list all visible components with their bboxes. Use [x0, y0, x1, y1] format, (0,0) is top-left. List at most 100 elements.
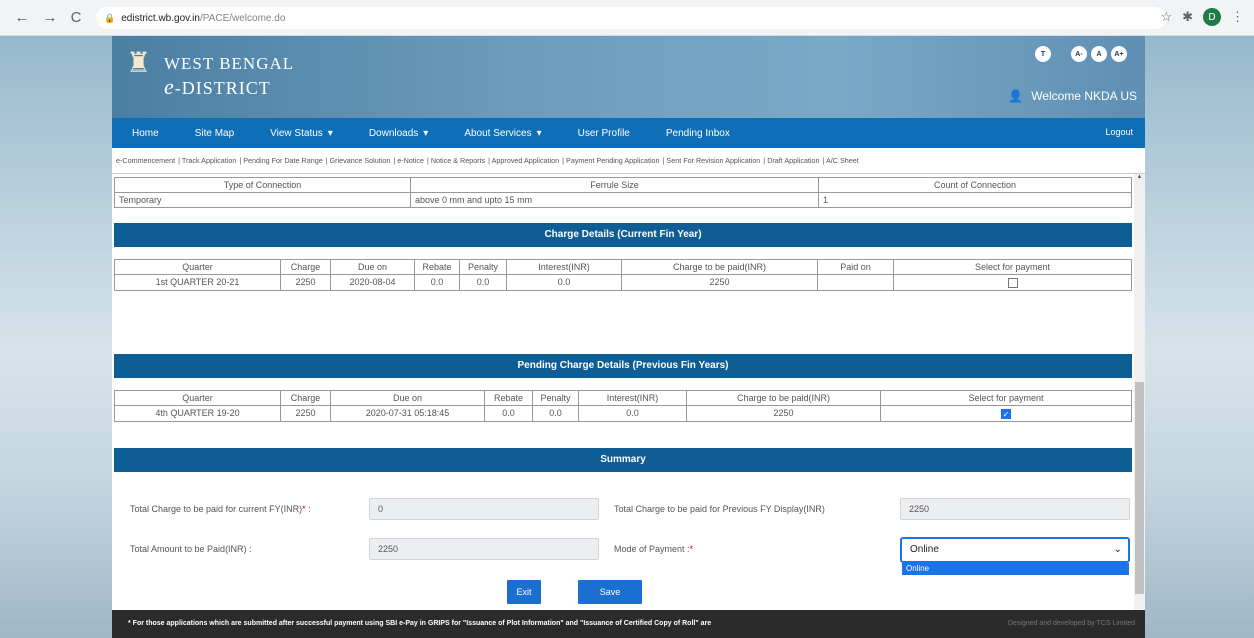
- back-icon[interactable]: ←: [10, 9, 34, 26]
- table-row: 1st QUARTER 20-21 2250 2020-08-04 0.0 0.…: [114, 274, 1132, 291]
- subnav-link[interactable]: Draft Application: [767, 156, 819, 165]
- table-header: Type of Connection: [114, 177, 411, 193]
- current-fy-input[interactable]: 0: [369, 498, 599, 520]
- subnav-link[interactable]: Approved Application: [492, 156, 560, 165]
- current-fy-title: Charge Details (Current Fin Year): [114, 223, 1132, 247]
- subnav-link[interactable]: Pending For Date Range: [243, 156, 323, 165]
- profile-avatar[interactable]: D: [1203, 8, 1221, 26]
- scroll-up-icon[interactable]: ▲: [1134, 174, 1145, 186]
- table-header: Penalty: [532, 390, 579, 406]
- table-cell: ✓: [880, 405, 1132, 422]
- payment-mode-select[interactable]: Online ⌄: [900, 537, 1130, 563]
- extensions-icon[interactable]: ✱: [1182, 9, 1193, 25]
- nav-view-status[interactable]: View Status ▾: [252, 128, 351, 139]
- table-cell: 1st QUARTER 20-21: [114, 274, 281, 291]
- table-header: Paid on: [817, 259, 894, 275]
- table-cell: 0.0: [506, 274, 622, 291]
- table-header: Due on: [330, 259, 415, 275]
- table-header: Charge: [280, 390, 331, 406]
- scrollbar[interactable]: ▲: [1134, 174, 1145, 632]
- subnav-link[interactable]: Payment Pending Application: [566, 156, 660, 165]
- total-amount-label: Total Amount to be Paid(INR) :: [130, 544, 252, 554]
- current-fy-table: Quarter Charge Due on Rebate Penalty Int…: [114, 259, 1132, 291]
- table-header: Rebate: [484, 390, 533, 406]
- menu-icon[interactable]: ⋮: [1231, 9, 1244, 25]
- table-row: 4th QUARTER 19-20 2250 2020-07-31 05:18:…: [114, 405, 1132, 422]
- table-header: Interest(INR): [578, 390, 687, 406]
- font-normal-icon[interactable]: A: [1091, 46, 1107, 62]
- main-content: Type of Connection Ferrule Size Count of…: [112, 174, 1134, 594]
- table-header: Charge: [280, 259, 331, 275]
- nav-site-map[interactable]: Site Map: [177, 128, 252, 139]
- browser-toolbar: ← → C 🔒 edistrict.wb.gov.in /PACE/welcom…: [0, 0, 1254, 36]
- table-cell: 1: [818, 192, 1132, 208]
- pending-fy-table: Quarter Charge Due on Rebate Penalty Int…: [114, 390, 1132, 422]
- reload-icon[interactable]: C: [64, 9, 88, 26]
- table-header: Interest(INR): [506, 259, 622, 275]
- site-header: ♜ WEST BENGAL e-DISTRICT T A- A A+ 👤 Wel…: [112, 36, 1145, 118]
- table-cell: 2250: [686, 405, 881, 422]
- table-cell: Temporary: [114, 192, 411, 208]
- table-cell: 2020-08-04: [330, 274, 415, 291]
- url-path: /PACE/welcome.do: [199, 12, 286, 24]
- payment-mode-label: Mode of Payment :*: [614, 544, 694, 554]
- subnav-link[interactable]: Notice & Reports: [431, 156, 485, 165]
- caret-down-icon: ▾: [536, 127, 542, 139]
- table-cell: 0.0: [484, 405, 533, 422]
- nav-about-services[interactable]: About Services ▾: [446, 128, 559, 139]
- lock-icon: 🔒: [104, 12, 116, 23]
- previous-fy-label: Total Charge to be paid for Previous FY …: [614, 504, 825, 514]
- total-amount-input[interactable]: 2250: [369, 538, 599, 560]
- footer-credit: Designed and developed by TCS Limited: [1007, 620, 1135, 627]
- nav-user-profile[interactable]: User Profile: [560, 128, 648, 139]
- table-cell: 2250: [280, 405, 331, 422]
- table-cell: 0.0: [532, 405, 579, 422]
- table-cell: 0.0: [459, 274, 507, 291]
- table-cell: [893, 274, 1132, 291]
- nav-home[interactable]: Home: [112, 128, 177, 139]
- scroll-thumb[interactable]: [1135, 382, 1144, 594]
- font-increase-icon[interactable]: A+: [1111, 46, 1127, 62]
- font-decrease-icon[interactable]: A-: [1071, 46, 1087, 62]
- nav-downloads[interactable]: Downloads ▾: [351, 128, 447, 139]
- table-cell: 2250: [280, 274, 331, 291]
- sub-nav: e-Commencement | Track Application | Pen…: [112, 148, 1145, 174]
- url-domain: edistrict.wb.gov.in: [121, 12, 200, 24]
- logo-line1: WEST BENGAL: [164, 54, 295, 73]
- footer-text: * For those applications which are submi…: [128, 620, 712, 627]
- table-header: Quarter: [114, 390, 281, 406]
- accessibility-controls: T A- A A+: [1035, 46, 1127, 62]
- subnav-link[interactable]: A/C Sheet: [826, 156, 859, 165]
- theme-toggle-icon[interactable]: T: [1035, 46, 1051, 62]
- select-payment-checkbox-checked[interactable]: ✓: [1001, 408, 1011, 419]
- table-header: Select for payment: [880, 390, 1132, 406]
- table-header: Penalty: [459, 259, 507, 275]
- select-payment-checkbox[interactable]: [1007, 277, 1018, 288]
- subnav-link[interactable]: Track Application: [182, 156, 236, 165]
- save-button[interactable]: Save: [578, 580, 642, 604]
- logout-link[interactable]: Logout: [1105, 127, 1133, 137]
- table-cell: [817, 274, 894, 291]
- nav-pending-inbox[interactable]: Pending Inbox: [648, 128, 748, 139]
- welcome-user: 👤 Welcome NKDA US: [1008, 89, 1137, 103]
- welcome-text: Welcome NKDA US: [1031, 89, 1137, 103]
- subnav-link[interactable]: e-Notice: [397, 156, 424, 165]
- state-emblem-icon: ♜: [126, 47, 152, 78]
- table-header: Due on: [330, 390, 485, 406]
- table-cell: 4th QUARTER 19-20: [114, 405, 281, 422]
- address-bar[interactable]: 🔒 edistrict.wb.gov.in /PACE/welcome.do: [96, 7, 1166, 29]
- payment-mode-option[interactable]: Online: [902, 563, 1129, 575]
- star-icon[interactable]: ☆: [1160, 9, 1172, 25]
- pending-fy-title: Pending Charge Details (Previous Fin Yea…: [114, 354, 1132, 378]
- caret-down-icon: ▾: [327, 127, 333, 139]
- previous-fy-input[interactable]: 2250: [900, 498, 1130, 520]
- subnav-link[interactable]: Grievance Solution: [330, 156, 391, 165]
- subnav-link[interactable]: e-Commencement: [116, 156, 175, 165]
- table-row: Temporary above 0 mm and upto 15 mm 1: [114, 192, 1132, 208]
- table-cell: 0.0: [578, 405, 687, 422]
- logo-line2: e-DISTRICT: [164, 74, 271, 99]
- exit-button[interactable]: Exit: [507, 580, 541, 604]
- forward-icon[interactable]: →: [38, 9, 62, 26]
- subnav-link[interactable]: Sent For Revision Application: [666, 156, 760, 165]
- main-nav: Home Site Map View Status ▾ Downloads ▾ Ab…: [112, 118, 1145, 148]
